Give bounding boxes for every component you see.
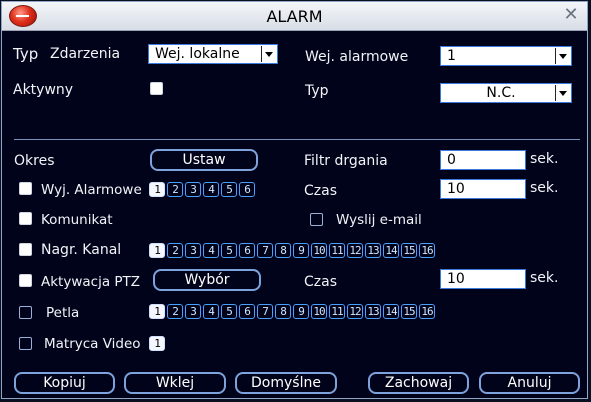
channel-5-toggle[interactable]: 5 — [221, 243, 237, 258]
channel-3-toggle[interactable]: 3 — [185, 304, 201, 319]
record-channel-label: Nagr. Kanal — [41, 242, 122, 258]
channel-3-toggle[interactable]: 3 — [185, 243, 201, 258]
record-channel-checkbox[interactable] — [19, 243, 32, 256]
channel-14-toggle[interactable]: 14 — [383, 243, 399, 258]
channel-8-toggle[interactable]: 8 — [275, 243, 291, 258]
alarm-output-label: Wyj. Alarmowe — [41, 182, 142, 198]
set-period-button[interactable]: Ustaw — [150, 149, 258, 171]
matrix-label: Matryca Video — [44, 336, 141, 352]
channel-16-toggle[interactable]: 16 — [419, 243, 435, 258]
record-channels: 1 2 3 4 5 6 7 8 9 10 11 12 13 14 15 16 — [149, 243, 437, 261]
channel-10-toggle[interactable]: 10 — [311, 304, 327, 319]
channel-1-toggle[interactable]: 1 — [149, 182, 165, 197]
alarm-output-checkbox[interactable] — [19, 182, 32, 195]
channel-3-toggle[interactable]: 3 — [185, 182, 201, 197]
alarm-input-value: 1 — [447, 48, 456, 64]
matrix-checkbox[interactable] — [19, 337, 32, 350]
typ2-label: Typ — [305, 83, 329, 99]
close-icon[interactable]: ✕ — [562, 6, 580, 24]
czas2-unit: sek. — [530, 270, 559, 286]
channel-14-toggle[interactable]: 14 — [383, 304, 399, 319]
czas1-unit: sek. — [530, 180, 559, 196]
tour-label: Petla — [46, 305, 80, 321]
aktywny-label: Aktywny — [13, 82, 74, 98]
cancel-button[interactable]: Anuluj — [479, 372, 580, 394]
channel-1-toggle[interactable]: 1 — [149, 304, 165, 319]
channel-2-toggle[interactable]: 2 — [167, 182, 183, 197]
channel-2-toggle[interactable]: 2 — [167, 243, 183, 258]
czas1-label: Czas — [304, 183, 337, 199]
event-type-select[interactable]: Wej. lokalne — [148, 44, 278, 64]
channel-2-toggle[interactable]: 2 — [167, 304, 183, 319]
channel-11-toggle[interactable]: 11 — [329, 304, 345, 319]
chevron-down-icon — [555, 48, 570, 64]
channel-13-toggle[interactable]: 13 — [365, 304, 381, 319]
ptz-label: Aktywacja PTZ — [41, 274, 141, 290]
email-label: Wyslij e-mail — [336, 212, 422, 228]
title-bar: ALARM ✕ — [2, 2, 587, 31]
channel-9-toggle[interactable]: 9 — [293, 243, 309, 258]
channel-5-toggle[interactable]: 5 — [221, 182, 237, 197]
alarm-output-channels: 123456 — [149, 182, 257, 200]
channel-4-toggle[interactable]: 4 — [203, 243, 219, 258]
channel-13-toggle[interactable]: 13 — [365, 243, 381, 258]
alarm-window: ALARM ✕ Typ Zdarzenia Wej. lokalne Wej. … — [1, 1, 588, 399]
defaults-button[interactable]: Domyślne — [235, 372, 337, 394]
alarm-input-label: Wej. alarmowe — [305, 49, 409, 65]
channel-16-toggle[interactable]: 16 — [419, 304, 435, 319]
window-title: ALARM — [266, 7, 323, 26]
channel-6-toggle[interactable]: 6 — [239, 304, 255, 319]
typ-label: Typ — [13, 45, 39, 63]
channel-12-toggle[interactable]: 12 — [347, 304, 363, 319]
channel-1-toggle[interactable]: 1 — [149, 336, 165, 351]
okres-label: Okres — [14, 153, 55, 169]
duration2-input[interactable]: 10 — [440, 269, 526, 289]
ptz-checkbox[interactable] — [19, 274, 32, 287]
channel-1-toggle[interactable]: 1 — [149, 243, 165, 258]
tour-checkbox[interactable] — [19, 306, 32, 319]
debounce-input[interactable]: 0 — [440, 150, 526, 170]
channel-15-toggle[interactable]: 15 — [401, 243, 417, 258]
zdarzenia-label: Zdarzenia — [50, 46, 121, 62]
czas2-label: Czas — [304, 274, 337, 290]
channel-11-toggle[interactable]: 11 — [329, 243, 345, 258]
channel-9-toggle[interactable]: 9 — [293, 304, 309, 319]
divider — [14, 139, 580, 140]
filtr-unit: sek. — [530, 151, 559, 167]
channel-6-toggle[interactable]: 6 — [239, 243, 255, 258]
channel-12-toggle[interactable]: 12 — [347, 243, 363, 258]
chevron-down-icon — [555, 85, 570, 101]
channel-15-toggle[interactable]: 15 — [401, 304, 417, 319]
channel-4-toggle[interactable]: 4 — [203, 182, 219, 197]
filtr-label: Filtr drgania — [304, 153, 388, 169]
channel-6-toggle[interactable]: 6 — [239, 182, 255, 197]
save-button[interactable]: Zachowaj — [368, 372, 469, 394]
channel-4-toggle[interactable]: 4 — [203, 304, 219, 319]
tour-channels: 1 2 3 4 5 6 7 8 9 10 11 12 13 14 15 16 — [149, 304, 437, 322]
sensor-type-select[interactable]: N.C. — [440, 83, 572, 103]
channel-5-toggle[interactable]: 5 — [221, 304, 237, 319]
ptz-select-button[interactable]: Wybór — [153, 269, 261, 291]
alarm-input-select[interactable]: 1 — [440, 46, 572, 66]
sensor-type-value: N.C. — [486, 85, 516, 101]
chevron-down-icon — [261, 46, 276, 62]
duration1-input[interactable]: 10 — [440, 179, 526, 199]
komunikat-label: Komunikat — [41, 212, 113, 228]
channel-10-toggle[interactable]: 10 — [311, 243, 327, 258]
copy-button[interactable]: Kopiuj — [14, 372, 115, 394]
channel-7-toggle[interactable]: 7 — [257, 304, 273, 319]
matrix-channels: 1 — [149, 336, 167, 354]
event-type-value: Wej. lokalne — [155, 46, 240, 62]
channel-8-toggle[interactable]: 8 — [275, 304, 291, 319]
komunikat-checkbox[interactable] — [19, 212, 32, 225]
channel-7-toggle[interactable]: 7 — [257, 243, 273, 258]
email-checkbox[interactable] — [310, 213, 323, 226]
paste-button[interactable]: Wklej — [124, 372, 226, 394]
aktywny-checkbox[interactable] — [150, 82, 163, 95]
